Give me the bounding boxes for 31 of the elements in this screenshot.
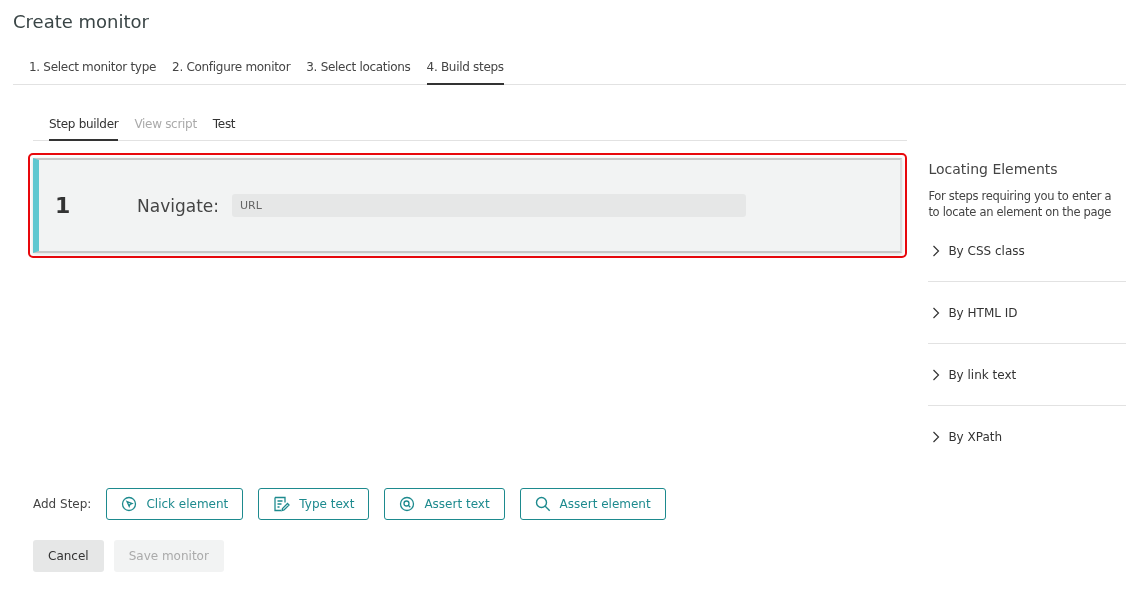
help-text: to locate an element on the page	[928, 204, 1113, 220]
accordion-item[interactable]: By CSS class	[928, 220, 1126, 282]
chevron-icon	[932, 306, 941, 319]
wizard-tab[interactable]: 4. Build steps	[426, 60, 504, 85]
add-step-label: Add Step:	[33, 497, 92, 511]
wizard-tab[interactable]: 3. Select locations	[306, 60, 411, 85]
add-step-button[interactable]: Click element	[106, 488, 244, 520]
page-title: Create monitor	[13, 10, 150, 33]
editor-tab[interactable]: Step builder	[49, 117, 119, 141]
step-number: 1	[54, 193, 72, 218]
chevron-icon	[932, 368, 941, 381]
accordion-item[interactable]: By link text	[928, 344, 1126, 406]
help-text: For steps requiring you to enter a	[928, 188, 1113, 204]
add-step-button[interactable]: Assert text	[384, 488, 505, 520]
add-step-button[interactable]: Type text	[258, 488, 370, 520]
search-circle-icon	[399, 496, 416, 512]
step-action-label: Navigate:	[137, 195, 220, 216]
chevron-icon	[932, 430, 941, 443]
url-input-field[interactable]: URL	[232, 194, 746, 217]
text-edit-icon	[273, 496, 291, 512]
add-step-button[interactable]: Assert element	[519, 488, 666, 520]
wizard-tab[interactable]: 2. Configure monitor	[172, 60, 291, 85]
panel-title: Locating Elements	[928, 161, 1059, 177]
editor-tab[interactable]: Test	[212, 117, 236, 141]
accordion-item[interactable]: By HTML ID	[928, 282, 1126, 344]
cursor-click-icon	[121, 496, 138, 512]
chevron-icon	[932, 244, 941, 257]
search-icon	[534, 496, 551, 512]
accordion-item[interactable]: By XPath	[928, 406, 1126, 467]
cancel-button[interactable]: Cancel	[33, 540, 104, 572]
wizard-tab[interactable]: 1. Select monitor type	[29, 60, 157, 85]
